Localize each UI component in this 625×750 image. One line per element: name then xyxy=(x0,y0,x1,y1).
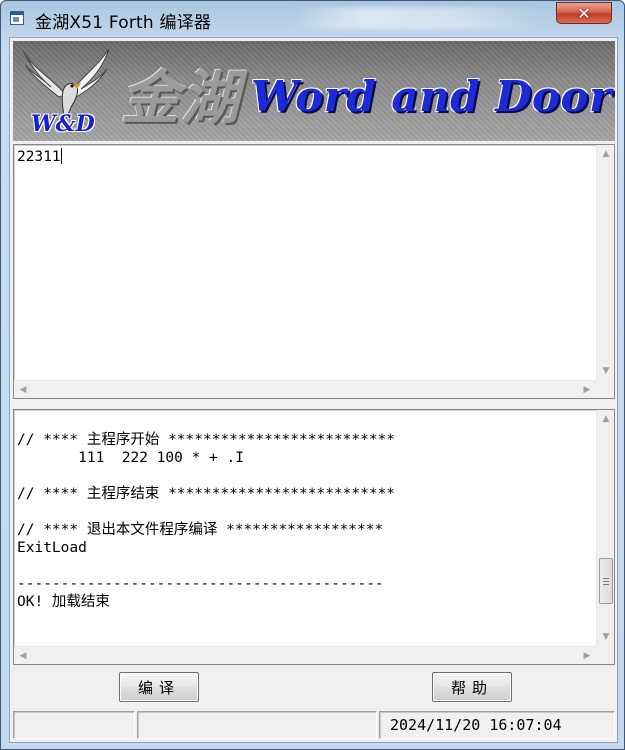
compile-button[interactable]: 编译 xyxy=(119,672,199,702)
arrow-up-icon[interactable]: ▲ xyxy=(597,145,614,163)
title-bar-glass xyxy=(291,7,541,29)
arrow-left-icon[interactable]: ◀ xyxy=(14,381,32,398)
output-vertical-scrollbar[interactable]: ▲ ▼ xyxy=(596,410,614,646)
output-line: // **** 退出本文件程序编译 ****************** xyxy=(17,522,384,538)
title-bar[interactable]: 金湖X51 Forth 编译器 ✕ xyxy=(1,1,624,37)
close-icon: ✕ xyxy=(577,3,591,23)
output-line: // **** 主程序开始 ************************** xyxy=(17,432,396,448)
output-line: ----------------------------------------… xyxy=(17,576,384,592)
client-area: W&D 金湖 Word and Door 计算机 22311 ▲ ▼ ◀ ▶ /… xyxy=(9,37,618,743)
wd-logo: W&D xyxy=(31,111,95,137)
window-title: 金湖X51 Forth 编译器 xyxy=(35,13,212,33)
output-line: ExitLoad xyxy=(17,540,87,556)
output-line: // **** 主程序结束 ************************** xyxy=(17,486,396,502)
status-pane-1 xyxy=(13,711,135,739)
output-line: 111 222 100 * + .I xyxy=(17,450,244,466)
compile-output-content: // **** 主程序开始 **************************… xyxy=(17,413,592,642)
arrow-left-icon[interactable]: ◀ xyxy=(14,647,32,664)
arrow-down-icon[interactable]: ▼ xyxy=(597,362,614,380)
chinese-logo: 金湖 xyxy=(121,64,242,132)
text-caret xyxy=(60,148,62,164)
thumb-grip-icon xyxy=(603,578,609,585)
brand-banner: W&D 金湖 Word and Door 计算机 xyxy=(13,41,615,141)
scrollbar-thumb[interactable] xyxy=(599,558,613,604)
app-window: 金湖X51 Forth 编译器 ✕ W&D 金湖 Word and Door 计… xyxy=(0,0,625,750)
editor-vertical-scrollbar[interactable]: ▲ ▼ xyxy=(596,145,614,380)
scroll-corner xyxy=(596,646,614,664)
app-window-icon[interactable] xyxy=(10,11,24,25)
output-horizontal-scrollbar[interactable]: ◀ ▶ xyxy=(14,646,596,664)
arrow-right-icon[interactable]: ▶ xyxy=(578,381,596,398)
status-bar: 2024/11/20 16:07:04 xyxy=(10,708,617,742)
scroll-corner xyxy=(596,380,614,398)
output-line: OK! 加载结束 xyxy=(17,594,110,610)
arrow-down-icon[interactable]: ▼ xyxy=(597,628,614,646)
arrow-right-icon[interactable]: ▶ xyxy=(578,647,596,664)
close-button[interactable]: ✕ xyxy=(556,2,612,24)
arrow-up-icon[interactable]: ▲ xyxy=(597,410,614,428)
compile-output[interactable]: // **** 主程序开始 **************************… xyxy=(13,409,615,665)
source-editor-text: 22311 xyxy=(17,149,61,165)
status-datetime: 2024/11/20 16:07:04 xyxy=(379,711,615,739)
status-pane-2 xyxy=(137,711,377,739)
help-button[interactable]: 帮助 xyxy=(432,672,512,702)
editor-horizontal-scrollbar[interactable]: ◀ ▶ xyxy=(14,380,596,398)
brand-text: Word and Door 计算机 xyxy=(251,72,615,121)
source-editor[interactable]: 22311 ▲ ▼ ◀ ▶ xyxy=(13,144,615,399)
source-editor-content[interactable]: 22311 xyxy=(17,148,592,376)
